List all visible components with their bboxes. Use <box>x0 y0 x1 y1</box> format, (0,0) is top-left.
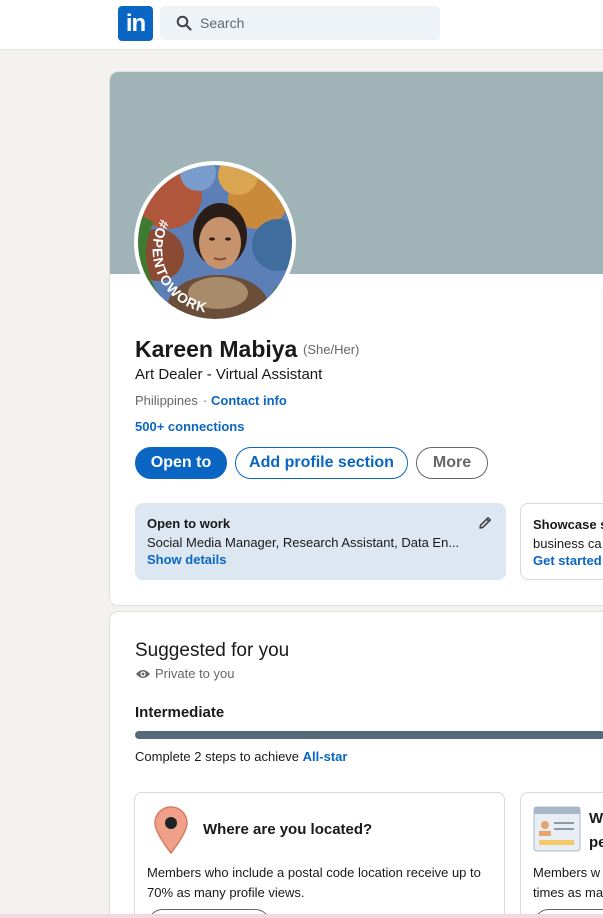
pencil-icon[interactable] <box>477 515 493 531</box>
contact-info-link[interactable]: Contact info <box>211 393 287 408</box>
profile-location: Philippines <box>135 393 198 408</box>
location-pin-icon <box>154 806 188 855</box>
private-to-you-label: Private to you <box>155 666 235 681</box>
second-suggestion-text-line1: Members w <box>533 865 601 880</box>
suggested-card: Suggested for you Private to you Interme… <box>110 612 603 918</box>
profile-pronouns: (She/Her) <box>303 342 360 357</box>
profile-photo-frame[interactable]: #OPENTOWORK <box>134 161 296 323</box>
location-suggestion-card[interactable]: Where are you located? Members who inclu… <box>134 792 505 918</box>
second-suggestion-card[interactable]: Wpe Members w times as ma <box>520 792 603 918</box>
location-suggestion-text: Members who include a postal code locati… <box>147 865 481 900</box>
all-star-link[interactable]: All-star <box>303 749 348 764</box>
open-to-work-roles: Social Media Manager, Research Assistant… <box>147 535 460 550</box>
profile-headline: Art Dealer - Virtual Assistant <box>135 366 323 383</box>
second-suggestion-title-line2: pe <box>589 834 603 851</box>
more-button[interactable]: More <box>416 447 488 479</box>
bottom-border <box>0 914 603 918</box>
second-suggestion-text: Members w times as ma <box>533 863 603 903</box>
open-to-button[interactable]: Open to <box>135 447 227 479</box>
steps-text: Complete 2 steps to achieve <box>135 749 303 764</box>
profile-strength-meter <box>135 731 603 739</box>
suggested-title: Suggested for you <box>135 640 290 661</box>
search-input[interactable] <box>200 6 430 40</box>
linkedin-logo[interactable]: in <box>118 6 153 41</box>
open-to-work-title: Open to work <box>147 516 231 531</box>
resume-icon <box>533 806 581 852</box>
open-to-work-box[interactable]: Open to work Social Media Manager, Resea… <box>135 503 506 580</box>
profile-strength-fill <box>135 731 603 739</box>
location-separator: · <box>203 393 208 408</box>
second-suggestion-text-line2: times as ma <box>533 885 603 900</box>
top-nav-bar: in <box>0 0 603 50</box>
profile-photo[interactable]: #OPENTOWORK <box>138 165 292 319</box>
show-details-link[interactable]: Show details <box>147 552 226 567</box>
second-suggestion-title: Wpe <box>589 807 603 855</box>
showcase-title: Showcase s <box>533 517 603 532</box>
connections-link[interactable]: 500+ connections <box>135 419 244 434</box>
location-suggestion-title: Where are you located? <box>203 821 373 838</box>
showcase-text: business ca <box>533 536 602 551</box>
eye-icon <box>136 670 150 678</box>
opentowork-photo-graphic: #OPENTOWORK <box>138 165 292 319</box>
search-bar[interactable] <box>160 6 440 40</box>
second-suggestion-title-line1: W <box>589 810 603 827</box>
search-icon <box>176 15 192 31</box>
profile-name: Kareen Mabiya <box>135 336 298 362</box>
profile-strength-level: Intermediate <box>135 704 225 721</box>
cover-decoration <box>595 72 603 282</box>
get-started-link[interactable]: Get started <box>533 553 602 568</box>
profile-card: #OPENTOWORK Kareen Mabiya (She/Her) Art … <box>110 72 603 605</box>
showcase-services-box[interactable]: Showcase s business ca Get started <box>520 503 603 580</box>
add-profile-section-button[interactable]: Add profile section <box>235 447 408 479</box>
steps-to-all-star: Complete 2 steps to achieve All-star <box>135 749 347 764</box>
